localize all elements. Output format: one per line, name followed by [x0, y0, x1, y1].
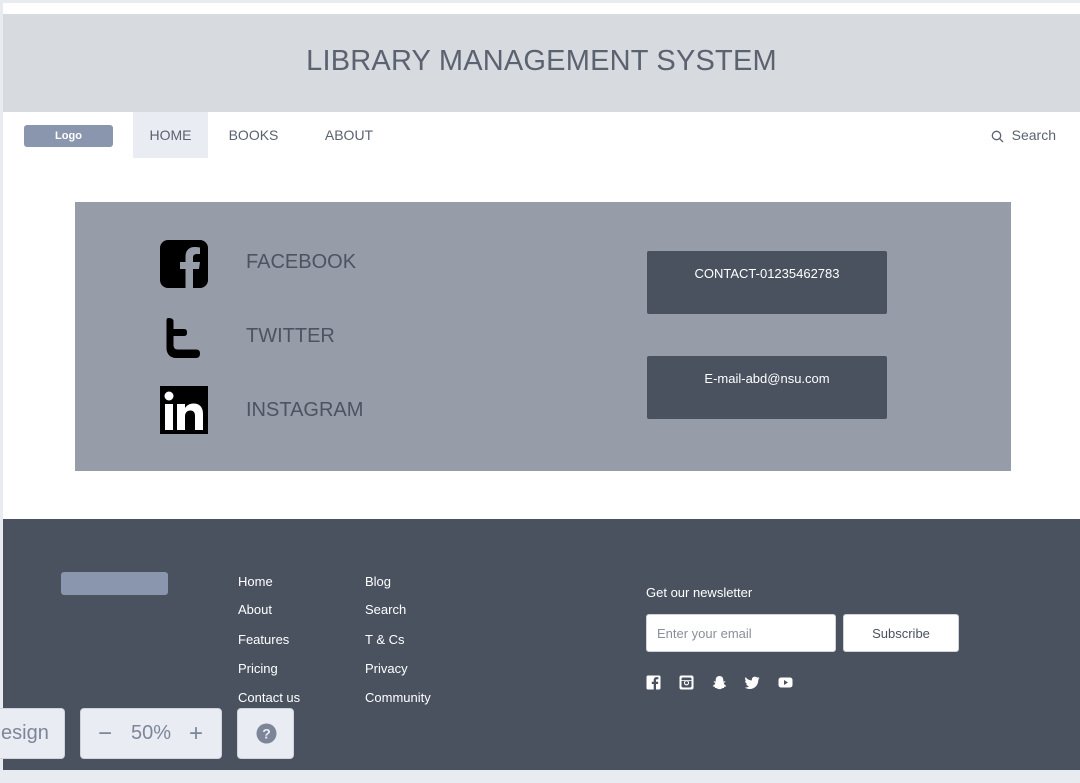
twitter-icon[interactable] [160, 312, 208, 360]
contact-phone-text: CONTACT-01235462783 [694, 266, 840, 281]
footer-link-about[interactable]: About [238, 602, 272, 617]
nav-item-about[interactable]: ABOUT [314, 112, 384, 158]
instagram-icon[interactable] [679, 675, 694, 690]
social-label-facebook[interactable]: FACEBOOK [246, 251, 356, 274]
footer-link-pricing[interactable]: Pricing [238, 661, 278, 676]
contact-phone-box[interactable]: CONTACT-01235462783 [647, 251, 887, 314]
logo-button[interactable]: Logo [24, 125, 113, 147]
subscribe-button[interactable]: Subscribe [843, 614, 959, 652]
facebook-icon[interactable] [160, 240, 208, 288]
zoom-control: − 50% + [80, 708, 222, 759]
footer-link-contact-us[interactable]: Contact us [238, 690, 300, 705]
social-label-instagram[interactable]: INSTAGRAM [246, 399, 363, 422]
top-nav: Logo HOME BOOKS ABOUT Search [3, 112, 1080, 158]
footer-link-terms[interactable]: T & Cs [365, 632, 405, 647]
search-label: Search [1011, 127, 1056, 143]
youtube-icon[interactable] [778, 675, 793, 690]
footer-link-privacy[interactable]: Privacy [365, 661, 408, 676]
footer-link-home[interactable]: Home [238, 574, 273, 589]
page-title: LIBRARY MANAGEMENT SYSTEM [306, 45, 777, 77]
newsletter-label: Get our newsletter [646, 585, 753, 600]
snapchat-icon[interactable] [712, 675, 727, 690]
social-label-twitter[interactable]: TWITTER [246, 325, 335, 348]
nav-item-books[interactable]: BOOKS [218, 112, 289, 158]
design-mode-button[interactable]: esign [0, 708, 65, 759]
nav-item-home[interactable]: HOME [133, 112, 208, 158]
footer-link-search[interactable]: Search [365, 602, 406, 617]
search-icon [991, 130, 1004, 143]
zoom-level: 50% [131, 722, 172, 744]
contact-panel: FACEBOOK TWITTER INSTAGRAM CONTACT-01235… [75, 202, 1011, 471]
help-button[interactable]: ? [237, 708, 294, 759]
zoom-out-button[interactable]: − [98, 709, 112, 758]
twitter-icon[interactable] [745, 675, 760, 690]
header-banner: LIBRARY MANAGEMENT SYSTEM [3, 14, 1080, 112]
search-link[interactable]: Search [991, 112, 1056, 158]
linkedin-icon[interactable] [160, 386, 208, 434]
newsletter-email-input[interactable] [646, 614, 836, 652]
contact-email-text: E-mail-abd@nsu.com [704, 371, 830, 386]
zoom-in-button[interactable]: + [189, 709, 203, 758]
footer-link-blog[interactable]: Blog [365, 574, 391, 589]
footer-link-community[interactable]: Community [365, 690, 431, 705]
footer-link-features[interactable]: Features [238, 632, 289, 647]
design-canvas: LIBRARY MANAGEMENT SYSTEM Logo HOME BOOK… [3, 3, 1080, 770]
contact-email-box[interactable]: E-mail-abd@nsu.com [647, 356, 887, 419]
facebook-icon[interactable] [646, 675, 661, 690]
help-icon: ? [256, 723, 277, 744]
footer-logo[interactable] [61, 572, 168, 595]
help-glyph: ? [262, 726, 271, 742]
